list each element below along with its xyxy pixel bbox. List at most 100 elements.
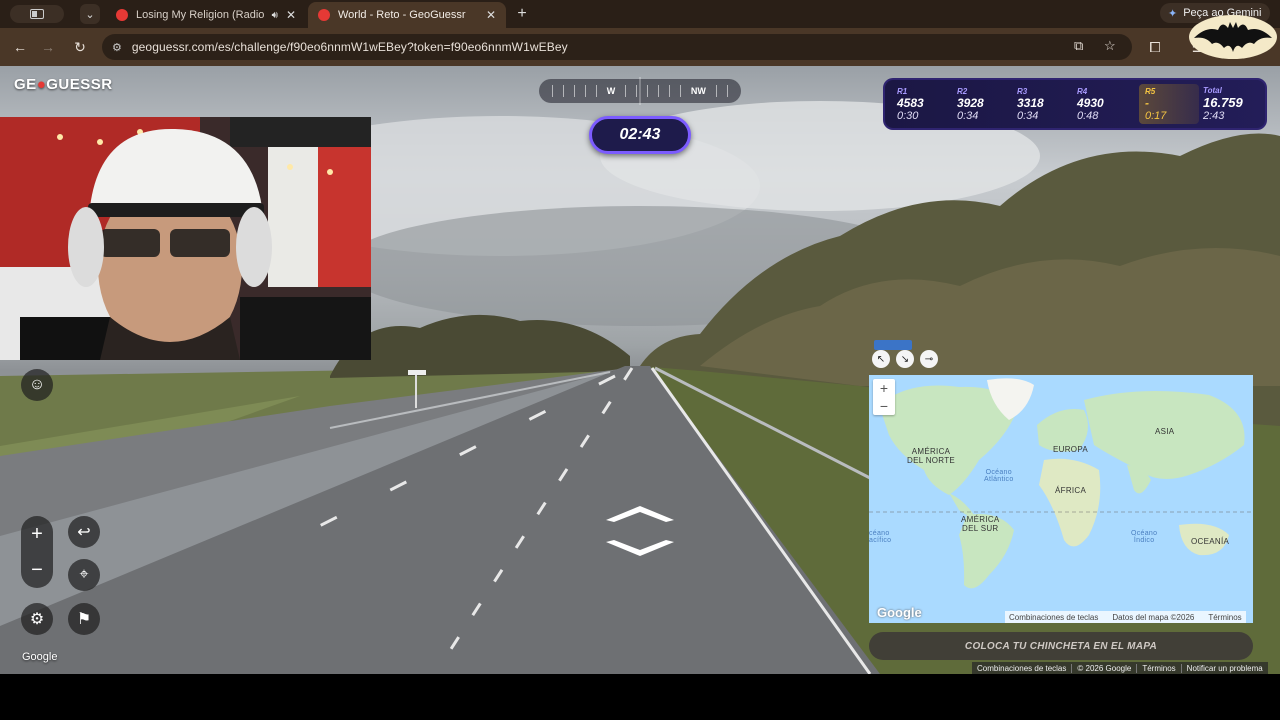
compass-tick	[562, 85, 564, 97]
close-icon[interactable]: ✕	[486, 8, 496, 22]
move-forward-arrow[interactable]	[604, 504, 676, 524]
round-time: 0:30	[897, 109, 919, 122]
tab-geoguessr[interactable]: World - Reto - GeoGuessr ✕	[308, 2, 506, 28]
compass-tick	[573, 85, 575, 97]
round-points: 3928	[957, 95, 984, 110]
back-arrow-icon[interactable]: ←	[10, 37, 30, 57]
youtube-icon	[116, 9, 128, 21]
reload-icon[interactable]: ↻	[70, 37, 90, 57]
undo-arrow-icon[interactable]: ↩	[68, 516, 100, 548]
compass-center-marker	[639, 77, 641, 105]
total-points: 16.759	[1203, 95, 1243, 110]
label-pacific-ocean: céano acífico	[869, 530, 892, 544]
label-south-america: AMÉRICA DEL SUR	[961, 515, 1000, 533]
guess-map[interactable]: + − AMÉRICA DEL NORTE AMÉRICA DEL SUR EU…	[869, 375, 1253, 623]
install-icon[interactable]: ⧉	[1074, 38, 1083, 54]
round-points: 4583	[897, 95, 924, 110]
compass-tick	[551, 85, 553, 97]
report-problem-link[interactable]: Notificar un problema	[1182, 664, 1268, 673]
total-time: 2:43	[1203, 110, 1225, 122]
round-1-score: R1 4583 0:30	[897, 84, 957, 124]
map-terms-link[interactable]: Términos	[1208, 613, 1241, 622]
round-label: R2	[957, 86, 968, 96]
round-2-score: R2 3928 0:34	[957, 84, 1017, 124]
geoguessr-logo[interactable]: GE●GUESSR	[14, 76, 113, 93]
compass-tick	[658, 85, 660, 97]
label-atlantic-ocean: Océano Atlántico	[984, 469, 1014, 483]
round-points: -	[1145, 95, 1149, 110]
label-oceania: OCEANÍA	[1191, 537, 1230, 546]
copyright-text: © 2026 Google	[1072, 663, 1138, 673]
round-time: 0:34	[957, 109, 979, 122]
checkpoint-flag-icon[interactable]: ⚑	[68, 603, 100, 635]
compass-tick	[584, 85, 586, 97]
map-zoom-out-button[interactable]: −	[873, 397, 895, 415]
bookmark-star-icon[interactable]: ☆	[1104, 38, 1116, 54]
compass-tick	[715, 85, 717, 97]
zoom-in-button[interactable]: +	[21, 518, 53, 550]
place-pin-button[interactable]: COLOCA TU CHINCHETA EN EL MAPA	[869, 632, 1253, 660]
street-view-footer-links: Combinaciones de teclas © 2026 Google Té…	[972, 662, 1268, 674]
map-pin-toggle-icon[interactable]: ⊸	[920, 350, 938, 368]
zoom-out-button[interactable]: −	[21, 554, 53, 586]
compass-tick	[726, 85, 728, 97]
round-points: 3318	[1017, 95, 1044, 110]
close-icon[interactable]: ✕	[286, 8, 296, 22]
map-google-logo: Google	[877, 605, 922, 620]
logo-text-end: GUESSR	[46, 76, 113, 93]
round-5-score: R5 - 0:17	[1139, 84, 1199, 124]
map-size-tab[interactable]	[874, 340, 912, 350]
compass-west-label: W	[606, 86, 616, 96]
round-label: R1	[897, 86, 908, 96]
tab-title: World - Reto - GeoGuessr	[338, 9, 466, 21]
label-indian-ocean: Océano Índico	[1131, 530, 1158, 544]
speaker-icon[interactable]: 🔊︎	[272, 10, 278, 21]
keyboard-shortcuts-link[interactable]: Combinaciones de teclas	[972, 663, 1073, 673]
bottom-letterbox	[0, 674, 1280, 720]
round-timer: 02:43	[589, 116, 691, 154]
compass-tick	[636, 85, 638, 97]
label-asia: ASIA	[1155, 427, 1175, 436]
url-text: geoguessr.com/es/challenge/f90eo6nnmW1wE…	[131, 40, 568, 54]
new-tab-button[interactable]: +	[512, 4, 532, 24]
address-bar[interactable]: ⚙︎ geoguessr.com/es/challenge/f90eo6nnmW…	[102, 34, 1132, 60]
extensions-icon[interactable]: ⧠	[1145, 37, 1165, 57]
compass-tick	[625, 85, 627, 97]
round-4-score: R4 4930 0:48	[1077, 84, 1137, 124]
site-settings-icon[interactable]: ⚙︎	[112, 41, 122, 54]
round-3-score: R3 3318 0:34	[1017, 84, 1077, 124]
terms-link[interactable]: Términos	[1137, 663, 1182, 673]
map-zoom-controls: + −	[873, 379, 895, 415]
map-zoom-in-button[interactable]: +	[873, 379, 895, 397]
tab-title: Losing My Religion (Radio	[136, 9, 265, 21]
map-shrink-icon[interactable]: ↘	[896, 350, 914, 368]
map-keyboard-shortcuts-link[interactable]: Combinaciones de teclas	[1009, 613, 1098, 622]
round-label: R3	[1017, 86, 1028, 96]
round-points: 4930	[1077, 95, 1104, 110]
emote-smiley-icon[interactable]: ☺	[21, 369, 53, 401]
return-to-start-pin-icon[interactable]: ⌖	[68, 559, 100, 591]
tab-group-button[interactable]	[10, 5, 64, 23]
move-backward-arrow[interactable]	[604, 538, 676, 558]
map-data-credit: Datos del mapa ©2026	[1112, 612, 1195, 622]
round-time: 0:34	[1017, 109, 1039, 122]
map-size-controls: ↖ ↘ ⊸	[872, 350, 938, 368]
compass-northwest-label: NW	[690, 86, 706, 96]
compass-tick	[669, 85, 670, 97]
total-label: Total	[1203, 86, 1222, 95]
browser-toolbar: ← → ↻ ⚙︎ geoguessr.com/es/challenge/f90e…	[0, 28, 1280, 66]
label-africa: ÁFRICA	[1055, 486, 1087, 495]
compass-tick	[647, 85, 649, 97]
map-attribution: Combinaciones de teclas Datos del mapa ©…	[1005, 611, 1246, 623]
round-label: R4	[1077, 86, 1088, 96]
forward-arrow-icon[interactable]: →	[38, 37, 58, 57]
webcam-overlay	[0, 117, 371, 360]
map-expand-icon[interactable]: ↖	[872, 350, 890, 368]
tab-losing-my-religion[interactable]: Losing My Religion (Radio 🔊︎ ✕	[106, 2, 306, 28]
round-label: R5	[1145, 86, 1156, 96]
browser-tabstrip: ⌄ Losing My Religion (Radio 🔊︎ ✕ World -…	[0, 0, 1280, 28]
bat-logo-overlay	[1189, 15, 1277, 59]
settings-gear-icon[interactable]: ⚙	[21, 603, 53, 635]
total-score: Total 16.759 2:43	[1203, 84, 1263, 124]
chevron-down-icon[interactable]: ⌄	[80, 4, 100, 24]
